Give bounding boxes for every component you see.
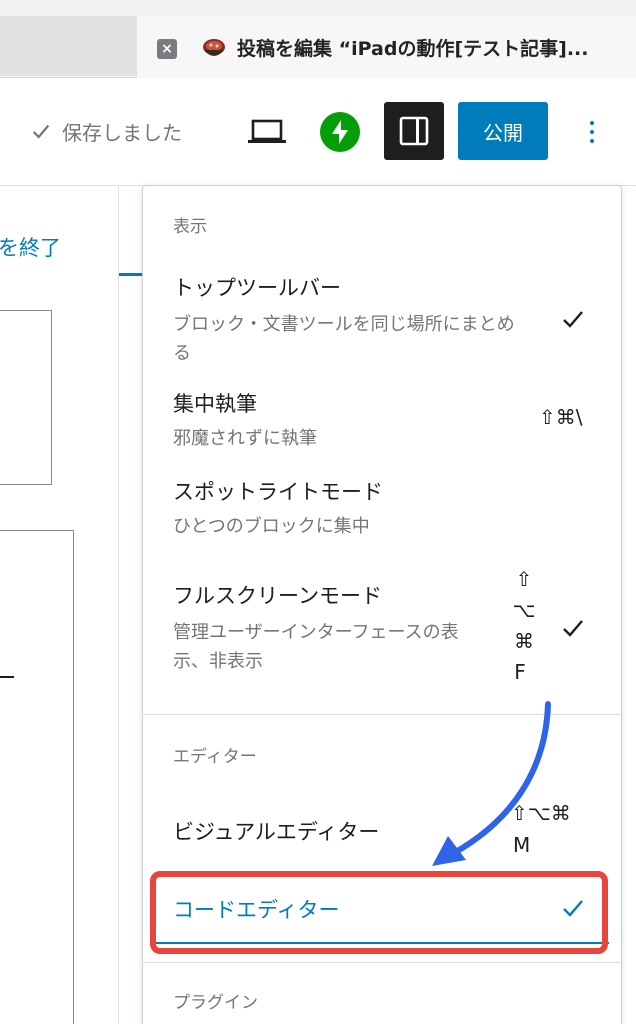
menu-item-title: トップツールバー — [173, 276, 341, 300]
checkmark-icon — [563, 311, 583, 328]
close-icon[interactable]: × — [157, 39, 177, 59]
desktop-preview-icon — [248, 119, 286, 143]
highlight-box — [150, 871, 608, 954]
panel-divider — [118, 186, 119, 1024]
jetpack-button[interactable] — [320, 112, 360, 152]
menu-item-title: ビジュアルエディター — [173, 820, 380, 844]
content-block[interactable] — [0, 530, 74, 1024]
more-vertical-icon — [590, 130, 594, 134]
menu-item-title: 集中執筆 — [173, 392, 257, 416]
menu-item-title: フルスクリーンモード — [173, 584, 382, 608]
tab-title: 投稿を編集 “iPadの動作[テスト記事]... — [237, 38, 589, 60]
favicon-icon — [203, 39, 225, 56]
browser-tab-inactive[interactable] — [0, 16, 137, 76]
shortcut-key: ⌥ — [512, 598, 536, 622]
content-dash — [0, 676, 14, 678]
checkmark-icon — [32, 124, 50, 139]
shortcut-key: ⇧ — [515, 567, 533, 591]
view-group-label: 表示 — [173, 217, 207, 237]
saved-label: 保存しました — [62, 120, 182, 145]
preview-button[interactable] — [244, 110, 290, 154]
settings-button[interactable] — [384, 102, 444, 160]
menu-item-title: スポットライトモード — [173, 480, 383, 504]
editor-header: 保存しました 公開 — [0, 78, 636, 186]
annotation-arrow — [432, 701, 551, 866]
plugins-group-label: プラグイン — [173, 993, 258, 1013]
saved-status: 保存しました — [30, 116, 182, 146]
jetpack-icon — [332, 120, 348, 144]
more-vertical-icon — [590, 121, 594, 125]
publish-button[interactable]: 公開 — [458, 102, 548, 160]
browser-tab-active[interactable]: × 投稿を編集 “iPadの動作[テスト記事]... — [137, 16, 636, 78]
sidebar-settings-icon — [399, 116, 429, 146]
shortcut-key: ⌘ — [514, 629, 534, 653]
checkmark-icon — [563, 620, 583, 637]
more-vertical-icon — [590, 139, 594, 143]
menu-item-description: 管理ユーザーインターフェースの表示、非表示 — [173, 622, 459, 672]
shortcut-key: F — [514, 660, 526, 684]
browser-tab-strip: × 投稿を編集 “iPadの動作[テスト記事]... — [0, 0, 636, 78]
content-block[interactable] — [0, 310, 52, 485]
menu-item-description: 邪魔されずに執筆 — [173, 428, 317, 449]
editor-group-label: エディター — [173, 747, 257, 767]
exit-link[interactable]: を終了 — [0, 232, 61, 262]
keyboard-shortcut: ⇧⌘\ — [539, 405, 583, 429]
more-options-button[interactable] — [574, 108, 610, 156]
menu-item-description: ひとつのブロックに集中 — [173, 516, 370, 537]
menu-separator — [143, 962, 621, 963]
menu-item-description: ブロック・文書ツールを同じ場所にまとめる — [173, 314, 515, 364]
